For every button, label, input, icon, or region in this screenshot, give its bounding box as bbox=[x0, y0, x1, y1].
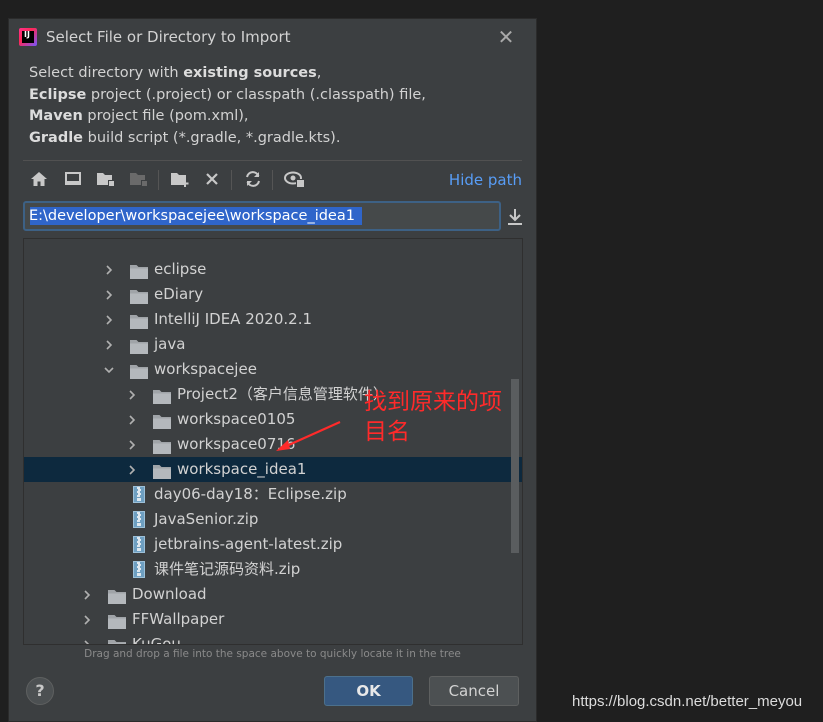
tree-row-label: KuGou bbox=[132, 635, 181, 645]
tree-row-label: FFWallpaper bbox=[132, 610, 225, 628]
toolbar-separator bbox=[272, 170, 273, 190]
tree-row-label: java bbox=[154, 335, 186, 353]
folder-icon bbox=[108, 587, 126, 604]
description: Select directory with existing sources, … bbox=[29, 63, 426, 149]
annotation-arrow-icon bbox=[276, 420, 341, 451]
archive-icon bbox=[133, 511, 145, 528]
tree-row-label: 课件笔记源码资料.zip bbox=[154, 560, 301, 578]
home-icon[interactable] bbox=[27, 167, 51, 191]
tree-row-label: Download bbox=[132, 585, 207, 603]
folder-icon bbox=[153, 462, 171, 479]
tree-row-label: jetbrains-agent-latest.zip bbox=[154, 535, 343, 553]
new-folder-icon[interactable] bbox=[168, 167, 192, 191]
desc-text: build script (*.gradle, *.gradle.kts). bbox=[83, 129, 341, 146]
folder-icon bbox=[130, 287, 148, 304]
tree-row-label: day06-day18：Eclipse.zip bbox=[154, 485, 347, 503]
desc-text: Select directory with bbox=[29, 65, 184, 81]
description-line-3: Maven project file (pom.xml), bbox=[29, 106, 426, 128]
chevron-right-icon[interactable] bbox=[80, 607, 94, 632]
folder-icon bbox=[130, 262, 148, 279]
folder-icon bbox=[153, 437, 171, 454]
tree-row-folder[interactable]: workspace_idea1 bbox=[24, 457, 522, 482]
description-line-2: Eclipse project (.project) or classpath … bbox=[29, 85, 426, 107]
intellij-logo-icon: IJ bbox=[19, 28, 37, 46]
desc-text: project (.project) or classpath (.classp… bbox=[86, 86, 426, 103]
download-icon[interactable] bbox=[506, 207, 524, 227]
toolbar-separator bbox=[158, 170, 159, 190]
file-toolbar: Hide path bbox=[23, 165, 522, 195]
tree-row-file[interactable]: 课件笔记源码资料.zip bbox=[24, 557, 522, 582]
archive-icon bbox=[133, 536, 145, 553]
desc-text: , bbox=[316, 65, 322, 81]
divider bbox=[23, 160, 522, 161]
chevron-right-icon[interactable] bbox=[102, 307, 116, 332]
desc-text: project file (pom.xml), bbox=[82, 108, 249, 124]
tree-row-label: Project2（客户信息管理软件） bbox=[177, 385, 388, 403]
tree-row-label: IntelliJ IDEA 2020.2.1 bbox=[154, 310, 313, 328]
toolbar-separator bbox=[231, 170, 232, 190]
dialog-title: Select File or Directory to Import bbox=[46, 28, 291, 46]
desc-bold: existing sources bbox=[183, 65, 317, 81]
desc-bold: Eclipse bbox=[29, 86, 87, 103]
tree-row-label: workspacejee bbox=[154, 360, 257, 378]
tree-row-file[interactable]: JavaSenior.zip bbox=[24, 507, 522, 532]
tree-row-folder[interactable]: FFWallpaper bbox=[24, 607, 522, 632]
tree-row-label: eDiary bbox=[154, 285, 204, 303]
chevron-right-icon[interactable] bbox=[125, 432, 139, 457]
module-folder-icon[interactable] bbox=[127, 167, 151, 191]
ok-button[interactable]: OK bbox=[324, 676, 413, 706]
folder-icon bbox=[130, 312, 148, 329]
tree-row-folder[interactable]: IntelliJ IDEA 2020.2.1 bbox=[24, 307, 522, 332]
folder-icon bbox=[108, 612, 126, 629]
chevron-right-icon[interactable] bbox=[102, 257, 116, 282]
archive-icon bbox=[133, 561, 145, 578]
folder-icon bbox=[153, 387, 171, 404]
title-bar: IJ Select File or Directory to Import ✕ bbox=[9, 19, 536, 57]
chevron-down-icon[interactable] bbox=[102, 357, 116, 382]
tree-row-label: JavaSenior.zip bbox=[154, 510, 259, 528]
desktop-icon[interactable] bbox=[61, 167, 85, 191]
close-button[interactable]: ✕ bbox=[496, 26, 516, 48]
chevron-right-icon[interactable] bbox=[125, 407, 139, 432]
folder-icon bbox=[130, 362, 148, 379]
chevron-right-icon[interactable] bbox=[102, 332, 116, 357]
description-line-4: Gradle build script (*.gradle, *.gradle.… bbox=[29, 128, 426, 150]
chevron-right-icon[interactable] bbox=[125, 457, 139, 482]
cancel-button[interactable]: Cancel bbox=[429, 676, 519, 706]
folder-icon bbox=[153, 412, 171, 429]
refresh-icon[interactable] bbox=[241, 167, 265, 191]
chevron-right-icon[interactable] bbox=[80, 632, 94, 644]
watermark: https://blog.csdn.net/better_meyou bbox=[572, 693, 803, 710]
tree-row-file[interactable]: day06-day18：Eclipse.zip bbox=[24, 482, 522, 507]
annotation-text: 找到原来的项目名 bbox=[364, 389, 502, 445]
tree-row-folder[interactable]: workspacejee bbox=[24, 357, 522, 382]
tree-row-folder[interactable]: eDiary bbox=[24, 282, 522, 307]
project-folder-icon[interactable] bbox=[94, 167, 118, 191]
path-input[interactable] bbox=[29, 206, 495, 226]
folder-icon bbox=[108, 637, 126, 644]
tree-row-folder[interactable]: Download bbox=[24, 582, 522, 607]
tree-row-label: eclipse bbox=[154, 260, 207, 278]
import-dialog: IJ Select File or Directory to Import ✕ … bbox=[8, 18, 537, 722]
delete-icon[interactable] bbox=[200, 167, 224, 191]
path-field-frame bbox=[23, 201, 501, 231]
description-line-1: Select directory with existing sources, bbox=[29, 63, 426, 85]
folder-icon bbox=[130, 337, 148, 354]
hide-path-link[interactable]: Hide path bbox=[449, 171, 522, 189]
chevron-right-icon[interactable] bbox=[102, 282, 116, 307]
tree-row-file[interactable]: jetbrains-agent-latest.zip bbox=[24, 532, 522, 557]
chevron-right-icon[interactable] bbox=[125, 382, 139, 407]
archive-icon bbox=[133, 486, 145, 503]
chevron-right-icon[interactable] bbox=[80, 582, 94, 607]
drag-drop-hint: Drag and drop a file into the space abov… bbox=[84, 648, 461, 660]
help-button[interactable]: ? bbox=[26, 677, 54, 705]
show-hidden-icon[interactable] bbox=[283, 167, 307, 191]
tree-row-folder[interactable]: java bbox=[24, 332, 522, 357]
desc-bold: Gradle bbox=[29, 129, 84, 146]
tree-row-folder[interactable]: KuGou bbox=[24, 632, 522, 645]
desc-bold: Maven bbox=[29, 108, 83, 124]
tree-row-folder[interactable]: eclipse bbox=[24, 257, 522, 282]
tree-row-label: workspace_idea1 bbox=[177, 460, 307, 478]
